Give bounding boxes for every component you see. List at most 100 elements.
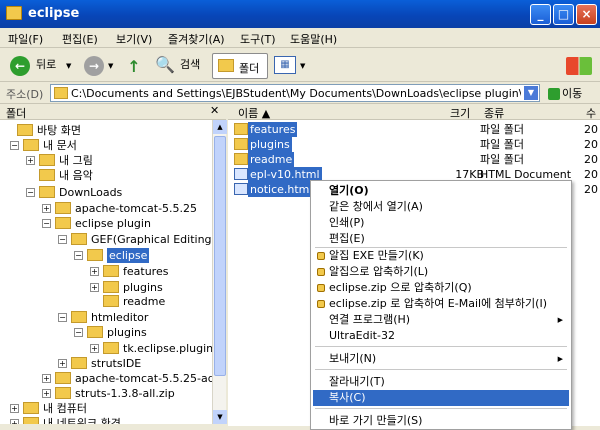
tree-expander-icon[interactable]: −	[58, 235, 67, 244]
search-icon[interactable]: 🔍	[154, 55, 176, 77]
list-row[interactable]: plugins 파일 폴더 20	[228, 137, 600, 152]
list-row[interactable]: features 파일 폴더 20	[228, 122, 600, 137]
menu-item-label: 연결 프로그램(H)	[329, 313, 411, 326]
title-bar[interactable]: eclipse _ □ ×	[0, 0, 600, 28]
forward-dropdown-icon[interactable]: ▼	[108, 62, 113, 70]
folders-button[interactable]: 폴더	[212, 53, 268, 79]
menu-item-label: 열기(O)	[329, 184, 369, 197]
menu-item-zip-email[interactable]: eclipse.zip 로 압축하여 E-Mail에 첨부하기(I)	[313, 296, 569, 312]
tree-node-label: GEF(Graphical Editing F	[91, 233, 212, 246]
menu-item-print[interactable]: 인쇄(P)	[313, 215, 569, 231]
tree-node-label: 내 음악	[59, 169, 93, 182]
tree-expander-icon[interactable]: +	[90, 267, 99, 276]
alzip-icon	[317, 300, 325, 308]
column-type[interactable]: 종류	[484, 105, 504, 121]
folder-icon	[87, 249, 103, 261]
scroll-up-icon[interactable]: ▲	[213, 120, 227, 134]
tree-expander-icon[interactable]: +	[90, 283, 99, 292]
folder-icon	[71, 233, 87, 245]
forward-arrow-icon[interactable]: →	[84, 56, 104, 76]
tree-expander-icon[interactable]: −	[74, 328, 83, 337]
close-button[interactable]: ×	[576, 4, 597, 25]
menu-tools[interactable]: 도구(T)	[240, 31, 276, 47]
menu-item-label: 같은 창에서 열기(A)	[329, 200, 423, 213]
menu-item-label: 바로 가기 만들기(S)	[329, 414, 423, 427]
tree-expander-icon[interactable]: +	[58, 359, 67, 368]
tree-expander-icon[interactable]: +	[10, 419, 19, 424]
minimize-button[interactable]: _	[530, 4, 551, 25]
menu-item-create-shortcut[interactable]: 바로 가기 만들기(S)	[313, 413, 569, 429]
list-row[interactable]: readme 파일 폴더 20	[228, 152, 600, 167]
file-type: 파일 폴더	[480, 123, 524, 136]
address-input[interactable]: C:\Documents and Settings\EJBStudent\My …	[50, 84, 540, 102]
column-date[interactable]: 수	[586, 105, 596, 121]
menu-item-ultraedit[interactable]: UltraEdit-32	[313, 328, 569, 344]
folder-icon	[55, 372, 71, 384]
menu-item-label: eclipse.zip 으로 압축하기(Q)	[329, 281, 472, 294]
views-dropdown-icon[interactable]: ▼	[300, 62, 305, 70]
tree-expander-icon[interactable]: +	[42, 389, 51, 398]
folder-icon	[23, 402, 39, 414]
tree-expander-icon[interactable]: +	[42, 374, 51, 383]
go-button[interactable]: 이동	[548, 85, 582, 101]
menu-item-alzip-compress[interactable]: 알집으로 압축하기(L)	[313, 264, 569, 280]
menu-item-zip-compress[interactable]: eclipse.zip 으로 압축하기(Q)	[313, 280, 569, 296]
tree-node-label: 내 네트워크 환경	[43, 417, 121, 424]
close-pane-icon[interactable]: ✕	[210, 104, 219, 117]
tree-expander-icon[interactable]: −	[10, 141, 19, 150]
back-arrow-icon[interactable]: ←	[10, 56, 30, 76]
folder-icon	[234, 138, 248, 150]
column-size[interactable]: 크기	[450, 105, 470, 121]
views-icon[interactable]: ▦	[274, 56, 296, 74]
menu-item-send-to[interactable]: 보내기(N) ▶	[313, 351, 569, 367]
tree-expander-icon[interactable]: +	[26, 156, 35, 165]
tree-expander-icon[interactable]: +	[42, 204, 51, 213]
menu-favorites[interactable]: 즐겨찾기(A)	[168, 31, 225, 47]
menu-file[interactable]: 파일(F)	[8, 31, 43, 47]
scroll-down-icon[interactable]: ▼	[213, 410, 227, 424]
file-type: 파일 폴더	[480, 138, 524, 151]
back-button-label[interactable]: 뒤로	[36, 53, 56, 77]
search-button-label[interactable]: 검색	[180, 53, 200, 77]
menu-item-open-same-window[interactable]: 같은 창에서 열기(A)	[313, 199, 569, 215]
folder-icon	[23, 417, 39, 424]
folder-icon	[39, 186, 55, 198]
menu-edit[interactable]: 편집(E)	[62, 31, 98, 47]
tree-node-label: DownLoads	[59, 186, 123, 199]
menu-item-open[interactable]: 열기(O)	[313, 183, 569, 199]
menu-item-copy[interactable]: 복사(C)	[313, 390, 569, 406]
tree-node-label: eclipse	[107, 248, 150, 263]
tree-expander-icon[interactable]: +	[90, 344, 99, 353]
explorer-window: eclipse _ □ × 파일(F) 편집(E) 보기(V) 즐겨찾기(A) …	[0, 0, 600, 430]
menu-item-open-with[interactable]: 연결 프로그램(H) ▶	[313, 312, 569, 328]
tree-expander-icon[interactable]: −	[42, 219, 51, 228]
menu-help[interactable]: 도움말(H)	[290, 31, 337, 47]
context-menu: 열기(O) 같은 창에서 열기(A) 인쇄(P) 편집(E) 알집 EXE 만들기(K)…	[310, 180, 572, 430]
maximize-button[interactable]: □	[553, 4, 574, 25]
column-name[interactable]: 이름 ▲	[238, 105, 270, 121]
menu-item-edit[interactable]: 편집(E)	[313, 231, 569, 247]
file-date: 20	[584, 138, 598, 151]
window-title: eclipse	[28, 6, 80, 21]
tree-expander-icon[interactable]: −	[26, 188, 35, 197]
menu-item-label: 보내기(N)	[329, 352, 377, 365]
folder-pane-header: 폴더 ✕	[0, 104, 226, 120]
tree-expander-icon[interactable]: +	[10, 404, 19, 413]
tree-expander-icon[interactable]: −	[74, 251, 83, 260]
tree-scrollbar[interactable]: ▲ ▼	[212, 120, 227, 424]
folder-icon	[103, 295, 119, 307]
tree-expander-icon[interactable]: −	[58, 313, 67, 322]
scroll-thumb[interactable]	[214, 136, 226, 376]
menu-item-label: 잘라내기(T)	[329, 375, 385, 388]
menu-bar: 파일(F) 편집(E) 보기(V) 즐겨찾기(A) 도구(T) 도움말(H)	[0, 28, 600, 75]
submenu-arrow-icon: ▶	[557, 355, 563, 363]
up-folder-icon[interactable]: ↑	[124, 57, 144, 76]
address-dropdown-icon[interactable]: ▼	[524, 86, 538, 100]
back-dropdown-icon[interactable]: ▼	[66, 62, 71, 70]
menu-item-cut[interactable]: 잘라내기(T)	[313, 374, 569, 390]
folder-icon	[234, 153, 248, 165]
tree-node-label: features	[123, 265, 169, 278]
menu-item-alzip-exe[interactable]: 알집 EXE 만들기(K)	[313, 248, 569, 264]
menu-view[interactable]: 보기(V)	[116, 31, 152, 47]
file-type: 파일 폴더	[480, 153, 524, 166]
